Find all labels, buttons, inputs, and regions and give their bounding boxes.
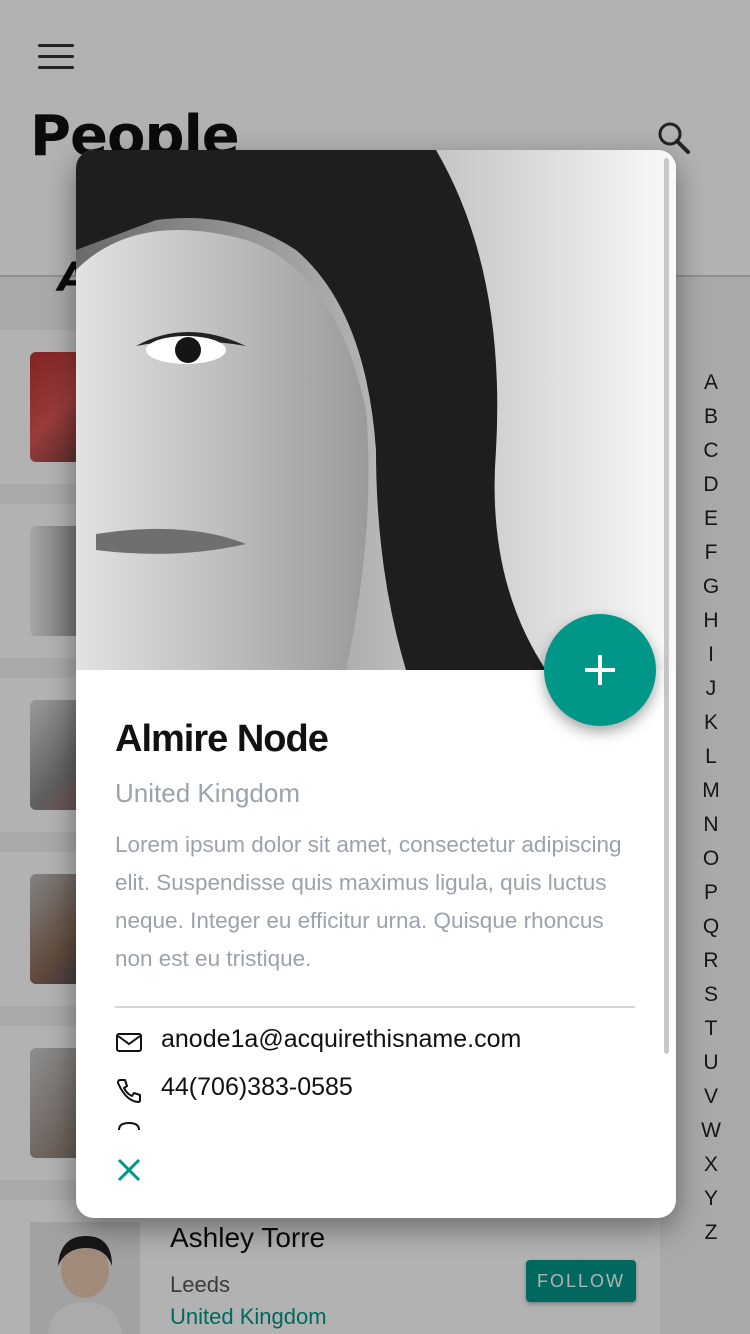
profile-bio: Lorem ipsum dolor sit amet, consectetur … bbox=[115, 832, 622, 971]
add-button[interactable] bbox=[544, 614, 656, 726]
close-icon[interactable] bbox=[115, 1156, 143, 1184]
envelope-icon bbox=[116, 1033, 142, 1052]
scrollbar[interactable] bbox=[664, 158, 669, 1054]
phone-text: 44(706)383-0585 bbox=[161, 1073, 353, 1101]
plus-icon-stroke bbox=[598, 655, 602, 685]
profile-photo bbox=[76, 150, 676, 670]
profile-name: Almire Node bbox=[115, 718, 329, 760]
divider bbox=[115, 1006, 635, 1008]
phone-icon bbox=[117, 1079, 141, 1103]
profile-card: Almire Node United Kingdom Lorem ipsum d… bbox=[76, 150, 676, 1218]
location-icon bbox=[118, 1122, 140, 1130]
email-text: anode1a@acquirethisname.com bbox=[161, 1025, 522, 1053]
profile-country: United Kingdom bbox=[115, 778, 300, 808]
